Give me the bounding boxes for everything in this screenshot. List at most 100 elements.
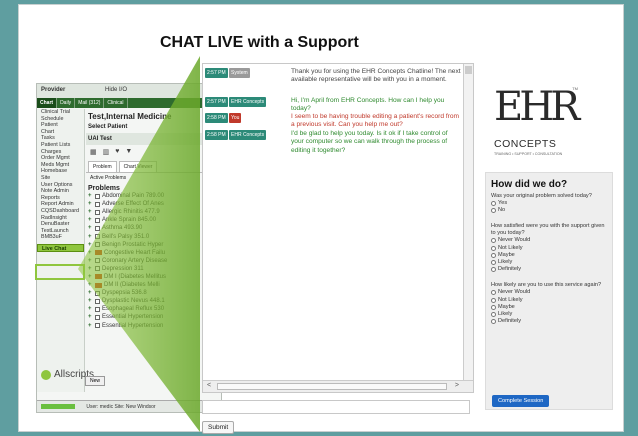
checkbox[interactable]: [95, 217, 100, 223]
checkbox[interactable]: [95, 201, 100, 207]
survey-option[interactable]: Never Would: [491, 289, 607, 296]
checkbox[interactable]: [95, 306, 100, 312]
expand-icon[interactable]: +: [88, 217, 93, 223]
radio-button[interactable]: [491, 311, 496, 317]
sidebar-item[interactable]: Order Mgmt: [37, 155, 84, 162]
expand-icon[interactable]: +: [88, 209, 93, 215]
checkbox[interactable]: [95, 225, 100, 231]
checkbox[interactable]: [95, 193, 100, 199]
radio-button[interactable]: [491, 267, 496, 273]
radio-button[interactable]: [491, 201, 496, 207]
submit-button[interactable]: Submit: [202, 421, 235, 434]
flag-icon[interactable]: [95, 250, 102, 256]
checkbox[interactable]: [95, 290, 100, 296]
problem-row[interactable]: + Adverse Effect Of Anes: [88, 200, 219, 208]
radio-button[interactable]: [491, 304, 496, 310]
sidebar-item[interactable]: RadInsight: [37, 215, 84, 222]
active-problems-filter[interactable]: Active Problems: [86, 172, 221, 183]
survey-option[interactable]: Not Likely: [491, 297, 607, 304]
expand-icon[interactable]: +: [88, 306, 93, 312]
flag-icon[interactable]: [95, 282, 102, 288]
sidebar-item[interactable]: Chart: [37, 129, 84, 136]
sidebar-item[interactable]: Site: [37, 175, 84, 182]
problem-row[interactable]: + Essential Hypertension: [88, 322, 219, 330]
sidebar-item[interactable]: Meds Mgmt: [37, 162, 84, 169]
problem-row[interactable]: + Coronary Artery Disease: [88, 257, 219, 265]
expand-icon[interactable]: +: [88, 250, 93, 256]
sidebar-item[interactable]: Report Admin: [37, 201, 84, 208]
sidebar-item[interactable]: BMB3uF: [37, 234, 84, 241]
expand-icon[interactable]: +: [88, 314, 93, 320]
checkbox[interactable]: [95, 242, 100, 248]
problem-row[interactable]: + Essential Hypertension: [88, 313, 219, 321]
sidebar-item[interactable]: Reports: [37, 195, 84, 202]
expand-icon[interactable]: +: [88, 258, 93, 264]
radio-button[interactable]: [491, 297, 496, 303]
expand-icon[interactable]: +: [88, 242, 93, 248]
checkbox[interactable]: [95, 258, 100, 264]
chat-transcript[interactable]: 2:57 PM System Thank you for using the EHR…: [202, 63, 474, 393]
complete-session-button[interactable]: Complete Session: [492, 395, 550, 407]
checkbox[interactable]: [95, 209, 100, 215]
new-problem-button[interactable]: New: [85, 376, 106, 386]
radio-button[interactable]: [491, 290, 496, 296]
problem-row[interactable]: + Ankle Sprain 845.00: [88, 216, 219, 224]
tab-chart-viewer[interactable]: Chart Viewer: [118, 161, 158, 172]
filter-icon[interactable]: ▼: [125, 148, 132, 156]
tab-daily[interactable]: Daily: [57, 98, 76, 108]
sidebar-item[interactable]: Patient: [37, 122, 84, 129]
problem-row[interactable]: + Depression 311: [88, 265, 219, 273]
expand-icon[interactable]: +: [88, 282, 93, 288]
survey-option[interactable]: Likely: [491, 311, 607, 318]
survey-option[interactable]: Definitely: [491, 266, 607, 273]
sidebar-item[interactable]: Clinical Trial: [37, 109, 84, 116]
expand-icon[interactable]: +: [88, 290, 93, 296]
expand-icon[interactable]: +: [88, 274, 93, 280]
select-patient-button[interactable]: Select Patient: [86, 123, 221, 131]
expand-icon[interactable]: +: [88, 323, 93, 329]
problem-row[interactable]: + Dyspepsia 536.8: [88, 289, 219, 297]
scroll-left-icon[interactable]: <: [207, 382, 211, 389]
checkbox[interactable]: [95, 314, 100, 320]
problem-row[interactable]: + Dysplastic Nevus 448.1: [88, 297, 219, 305]
document-icon[interactable]: ▦: [90, 148, 97, 156]
survey-option[interactable]: Maybe: [491, 304, 607, 311]
expand-icon[interactable]: +: [88, 201, 93, 207]
problem-row[interactable]: + DM I (Diabetes Mellitus: [88, 273, 219, 281]
problem-row[interactable]: + Asthma 493.90: [88, 224, 219, 232]
survey-option[interactable]: Yes: [491, 200, 607, 207]
radio-button[interactable]: [491, 252, 496, 258]
radio-button[interactable]: [491, 245, 496, 251]
radio-button[interactable]: [491, 319, 496, 325]
expand-icon[interactable]: +: [88, 225, 93, 231]
problem-row[interactable]: + Abdominal Pain 789.00: [88, 192, 219, 200]
tab-clinical[interactable]: Clinical: [104, 98, 128, 108]
problem-row[interactable]: + DM II (Diabetes Melli: [88, 281, 219, 289]
chart-icon[interactable]: ▥: [103, 148, 110, 156]
problem-row[interactable]: + Allergic Rhinitis 477.9: [88, 208, 219, 216]
checkbox[interactable]: [95, 323, 100, 329]
problem-row[interactable]: + Congestive Heart Failu: [88, 249, 219, 257]
survey-option[interactable]: Likely: [491, 259, 607, 266]
expand-icon[interactable]: +: [88, 298, 93, 304]
radio-button[interactable]: [491, 238, 496, 244]
flag-icon[interactable]: [95, 274, 102, 280]
checkbox[interactable]: [95, 234, 100, 240]
survey-option[interactable]: No: [491, 207, 607, 214]
problem-row[interactable]: + Benign Prostatic Hyper: [88, 241, 219, 249]
expand-icon[interactable]: +: [88, 193, 93, 199]
sidebar-item[interactable]: User Options: [37, 182, 84, 189]
expand-icon[interactable]: +: [88, 266, 93, 272]
survey-option[interactable]: Maybe: [491, 252, 607, 259]
hide-io-toggle[interactable]: Hide I/O: [105, 87, 127, 93]
sidebar-item[interactable]: Charges: [37, 149, 84, 156]
tab-chart[interactable]: Chart: [37, 98, 58, 108]
problem-row[interactable]: + Bell's Palsy 351.0: [88, 232, 219, 240]
sidebar-item[interactable]: TestLaunch: [37, 228, 84, 235]
chat-vertical-scrollbar[interactable]: [463, 64, 473, 380]
sidebar-item[interactable]: Schedule: [37, 116, 84, 123]
heart-icon[interactable]: ♥: [115, 148, 119, 156]
chat-horizontal-scrollbar[interactable]: < >: [203, 380, 473, 392]
scroll-right-icon[interactable]: >: [455, 382, 459, 389]
survey-option[interactable]: Definitely: [491, 318, 607, 325]
